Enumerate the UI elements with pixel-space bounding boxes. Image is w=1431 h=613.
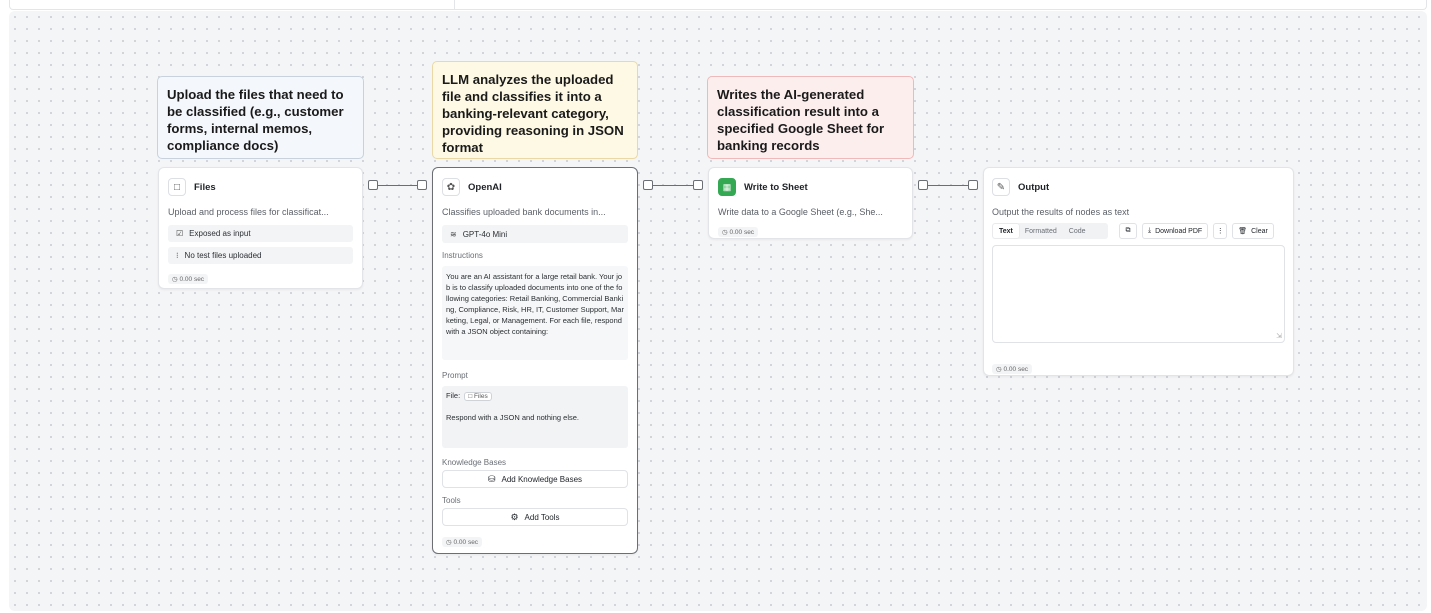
openai-input-port[interactable] bbox=[417, 180, 427, 190]
trash-icon: 🗑 bbox=[1238, 228, 1248, 235]
tab-text[interactable]: Text bbox=[993, 224, 1019, 238]
prompt-file-prefix: File: bbox=[446, 391, 461, 400]
copy-icon: ⧉ bbox=[1125, 227, 1131, 234]
tab-code[interactable]: Code bbox=[1063, 224, 1092, 238]
openai-node-title: OpenAI bbox=[468, 181, 502, 193]
output-input-port[interactable] bbox=[968, 180, 978, 190]
tab-formatted[interactable]: Formatted bbox=[1019, 224, 1063, 238]
resize-handle-icon[interactable]: ⇲ bbox=[1276, 332, 1282, 340]
output-timer-value: 0.00 sec bbox=[1003, 366, 1029, 373]
google-sheets-icon: ▦ bbox=[718, 178, 736, 196]
sheet-timer-value: 0.00 sec bbox=[729, 229, 755, 236]
openai-output-port[interactable] bbox=[643, 180, 653, 190]
exposed-as-input-label: Exposed as input bbox=[189, 229, 251, 238]
pen-icon: ✎ bbox=[992, 178, 1010, 196]
prompt-file-tag-label: Files bbox=[474, 393, 488, 400]
files-timer-value: 0.00 sec bbox=[179, 276, 205, 283]
files-output-port[interactable] bbox=[368, 180, 378, 190]
output-node[interactable]: ✎ Output Output the results of nodes as … bbox=[983, 167, 1294, 376]
output-format-tabs: Text Formatted Code bbox=[992, 223, 1108, 239]
download-icon: ⤓ bbox=[1148, 227, 1152, 234]
loading-dots-icon: ⁝ bbox=[176, 251, 179, 260]
top-panel-edge bbox=[9, 0, 1427, 10]
instructions-label: Instructions bbox=[442, 251, 483, 260]
add-tools-label: Add Tools bbox=[524, 512, 560, 522]
add-knowledge-bases-label: Add Knowledge Bases bbox=[501, 474, 583, 484]
prompt-text: Respond with a JSON and nothing else. bbox=[446, 413, 579, 422]
output-toolbar: Text Formatted Code ⧉ ⤓ Download PDF ⋮ 🗑… bbox=[992, 223, 1285, 239]
test-files-status: ⁝ No test files uploaded bbox=[168, 247, 353, 264]
instructions-field[interactable]: You are an AI assistant for a large reta… bbox=[442, 266, 628, 360]
download-pdf-label: Download PDF bbox=[1155, 227, 1203, 235]
model-stack-icon: ≋ bbox=[450, 229, 457, 239]
openai-logo-icon: ✿ bbox=[442, 178, 460, 196]
knowledge-bases-label: Knowledge Bases bbox=[442, 458, 507, 467]
more-vertical-icon: ⋮ bbox=[1216, 228, 1224, 235]
write-to-sheet-node[interactable]: ▦ Write to Sheet Write data to a Google … bbox=[708, 167, 913, 239]
sheet-node-title: Write to Sheet bbox=[744, 181, 808, 193]
files-node[interactable]: □ Files Upload and process files for cla… bbox=[158, 167, 363, 289]
files-to-openai-edge[interactable] bbox=[378, 185, 417, 186]
sheet-to-output-edge[interactable] bbox=[928, 185, 968, 186]
no-test-files-label: No test files uploaded bbox=[184, 251, 262, 260]
openai-timer: ◷ 0.00 sec bbox=[442, 537, 483, 547]
files-note[interactable]: Upload the files that need to be classif… bbox=[157, 76, 364, 159]
openai-node-description: Classifies uploaded bank documents in... bbox=[442, 207, 606, 217]
model-selector[interactable]: ≋ GPT-4o Mini bbox=[442, 225, 628, 243]
checkbox-icon: ☑ bbox=[176, 229, 184, 238]
openai-timer-value: 0.00 sec bbox=[453, 539, 479, 546]
top-panel-divider bbox=[454, 0, 455, 9]
sheet-input-port[interactable] bbox=[693, 180, 703, 190]
prompt-field[interactable]: File: □ Files Respond with a JSON and no… bbox=[442, 386, 628, 448]
database-icon: ⛁ bbox=[487, 473, 496, 484]
add-tools-button[interactable]: ⚙ Add Tools bbox=[442, 508, 628, 526]
model-name: GPT-4o Mini bbox=[462, 229, 508, 239]
prompt-label: Prompt bbox=[442, 371, 468, 380]
sheet-timer: ◷ 0.00 sec bbox=[718, 227, 759, 237]
sheet-node-description: Write data to a Google Sheet (e.g., She.… bbox=[718, 207, 883, 217]
tools-label: Tools bbox=[442, 496, 461, 505]
files-node-description: Upload and process files for classificat… bbox=[168, 207, 329, 217]
llm-note[interactable]: LLM analyzes the uploaded file and class… bbox=[432, 61, 638, 159]
openai-node[interactable]: ✿ OpenAI Classifies uploaded bank docume… bbox=[432, 167, 638, 554]
output-node-description: Output the results of nodes as text bbox=[992, 207, 1130, 217]
add-knowledge-bases-button[interactable]: ⛁ Add Knowledge Bases bbox=[442, 470, 628, 488]
clear-button[interactable]: 🗑 Clear bbox=[1232, 223, 1274, 239]
more-options-button[interactable]: ⋮ bbox=[1213, 223, 1228, 239]
sheet-note[interactable]: Writes the AI-generated classification r… bbox=[707, 76, 914, 159]
output-textarea[interactable]: ⇲ bbox=[992, 245, 1285, 343]
file-icon: □ bbox=[168, 178, 186, 196]
wrench-icon: ⚙ bbox=[510, 511, 519, 522]
clear-label: Clear bbox=[1251, 227, 1268, 235]
copy-button[interactable]: ⧉ bbox=[1119, 223, 1137, 239]
prompt-file-variable-tag[interactable]: □ Files bbox=[464, 392, 492, 401]
openai-to-sheet-edge[interactable] bbox=[653, 185, 693, 186]
files-node-title: Files bbox=[194, 181, 216, 193]
exposed-as-input-toggle[interactable]: ☑ Exposed as input bbox=[168, 225, 353, 242]
sheet-output-port[interactable] bbox=[918, 180, 928, 190]
files-timer: ◷ 0.00 sec bbox=[168, 274, 209, 284]
output-node-title: Output bbox=[1018, 181, 1050, 193]
output-timer: ◷ 0.00 sec bbox=[992, 364, 1033, 374]
download-pdf-button[interactable]: ⤓ Download PDF bbox=[1142, 223, 1209, 239]
